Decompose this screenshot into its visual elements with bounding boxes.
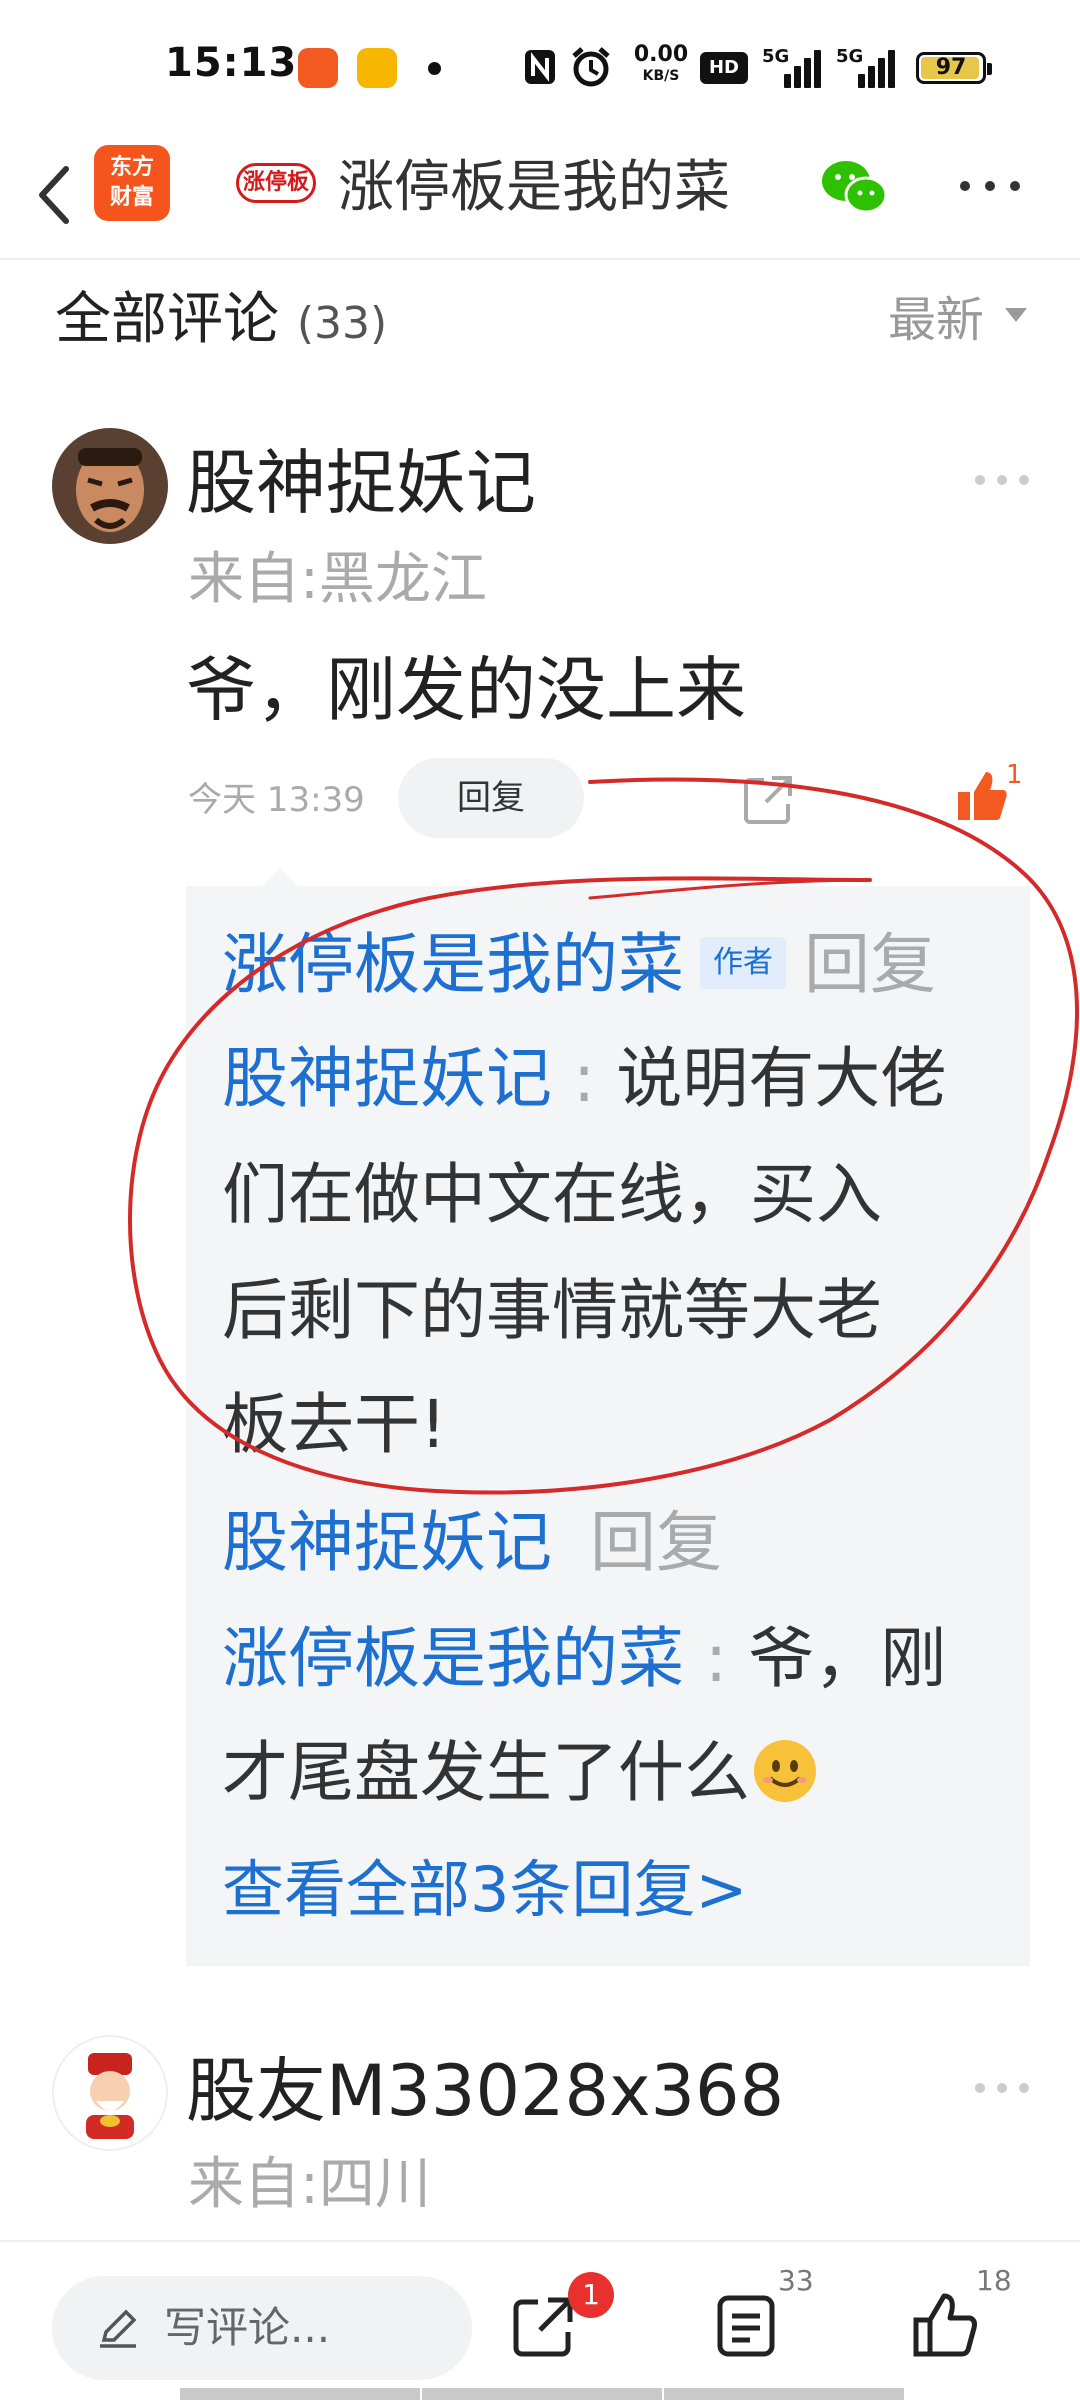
reply-action-label: 回复 (590, 1504, 722, 1581)
reply-author[interactable]: 股神捉妖记 (222, 1504, 552, 1581)
home-indicator (664, 2388, 904, 2400)
status-time: 15:13 (165, 40, 298, 86)
like-count: 1 (1006, 760, 1023, 790)
signal-icon: 5G (836, 46, 896, 88)
reply-separator: : (552, 1040, 617, 1117)
like-thumb-icon[interactable] (954, 768, 1010, 824)
like-count-badge: 18 (976, 2264, 1012, 2297)
app-logo[interactable]: 东方 财富 (94, 145, 170, 221)
comment-more-icon[interactable] (972, 2078, 1032, 2098)
comment-time: 今天 13:39 (188, 780, 365, 820)
see-all-replies-link[interactable]: 查看全部3条回复> (222, 1840, 747, 1940)
reply-body[interactable]: 股神捉妖记 : 说明有大佬 (222, 1024, 946, 1134)
comment-text[interactable]: 爷，刚发的没上来 (186, 645, 746, 735)
share-icon[interactable] (740, 772, 796, 828)
comment-location: 来自:四川 (188, 2152, 431, 2217)
reply-header[interactable]: 股神捉妖记 回复 (222, 1488, 722, 1598)
reply-separator: : (684, 1620, 749, 1697)
avatar[interactable] (52, 428, 168, 544)
write-comment-placeholder: 写评论... (164, 2303, 331, 2352)
app-logo-text: 东方 (109, 155, 154, 180)
smiley-emoji-icon (754, 1739, 816, 1802)
reply-text: 爷，刚 (748, 1620, 947, 1697)
comment-more-icon[interactable] (972, 470, 1032, 490)
app-logo-text: 财富 (109, 185, 154, 210)
reply-text[interactable]: 后剩下的事情就等大老 (222, 1256, 882, 1366)
reply-panel-pointer (262, 868, 298, 886)
page-title[interactable]: 涨停板是我的菜 (338, 153, 730, 223)
comments-count-badge: 33 (778, 2264, 814, 2297)
comments-title-label: 全部评论 (55, 287, 279, 352)
more-notifications-dot (428, 62, 441, 75)
more-options-icon[interactable] (955, 171, 1025, 201)
reply-text[interactable]: 们在做中文在线，买入 (222, 1140, 882, 1250)
signal-label: 5G (762, 46, 790, 67)
wechat-share-icon[interactable] (818, 157, 890, 217)
network-speed: 0.00 KB/S (630, 42, 692, 84)
top-nav-bar: 东方 财富 涨停板 涨停板是我的菜 (0, 135, 1080, 260)
like-thumb-icon[interactable] (910, 2290, 982, 2362)
reply-body-line[interactable]: 才尾盘发生了什么 (222, 1718, 816, 1828)
author-tag-badge: 作者 (700, 936, 786, 989)
app-notification-icon (298, 48, 338, 88)
home-indicator (180, 2388, 420, 2400)
signal-label: 5G (836, 46, 864, 67)
avatar-stamp-text: 涨停板 (236, 163, 316, 203)
reply-body[interactable]: 涨停板是我的菜 : 爷，刚 (222, 1604, 946, 1714)
reply-target[interactable]: 涨停板是我的菜 (222, 1620, 684, 1697)
comment-author[interactable]: 股神捉妖记 (186, 438, 536, 528)
share-badge: 1 (568, 2272, 614, 2318)
comments-count: (33) (296, 298, 388, 349)
avatar[interactable] (52, 2035, 168, 2151)
comments-icon[interactable] (710, 2290, 782, 2362)
sort-dropdown[interactable]: 最新 (888, 285, 984, 355)
reply-text[interactable]: 板去干! (222, 1370, 446, 1480)
comments-section-title: 全部评论 (33) (55, 285, 387, 359)
alarm-icon (572, 47, 610, 87)
reply-target[interactable]: 股神捉妖记 (222, 1040, 552, 1117)
pen-icon (100, 2309, 137, 2348)
caret-down-icon[interactable] (1005, 308, 1027, 322)
home-indicator (422, 2388, 662, 2400)
reply-text: 才尾盘发生了什么 (222, 1734, 750, 1811)
hd-voice-icon: HD (700, 52, 748, 84)
status-bar: 15:13 0.00 KB/S HD 5G 5G 97 (0, 0, 1080, 135)
nfc-icon (525, 50, 555, 84)
bottom-action-bar: 写评论... 1 33 18 (0, 2240, 1080, 2400)
net-speed-value: 0.00 (633, 42, 689, 67)
reply-text: 说明有大佬 (616, 1040, 947, 1117)
comment-location: 来自:黑龙江 (188, 547, 487, 612)
app-notification-icon (357, 48, 397, 88)
back-arrow-icon[interactable] (28, 155, 88, 235)
signal-icon: 5G (762, 46, 822, 88)
battery-percent: 97 (935, 55, 967, 80)
reply-button[interactable]: 回复 (398, 758, 584, 838)
author-avatar[interactable]: 涨停板 (230, 155, 320, 211)
reply-header[interactable]: 涨停板是我的菜 作者 回复 (222, 910, 936, 1020)
net-speed-unit: KB/S (642, 68, 680, 84)
battery-icon: 97 (916, 52, 992, 84)
reply-action-label: 回复 (804, 926, 936, 1003)
write-comment-input[interactable]: 写评论... (52, 2276, 472, 2380)
reply-author[interactable]: 涨停板是我的菜 (222, 926, 684, 1003)
comment-author[interactable]: 股友M33028x368 (186, 2046, 784, 2136)
